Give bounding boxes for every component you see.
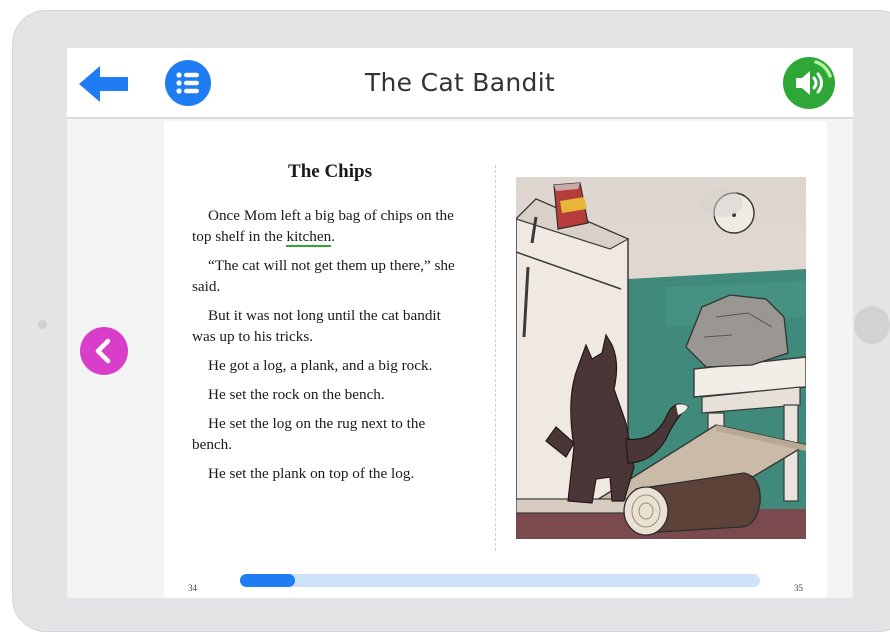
page-fold-divider: [495, 165, 496, 551]
reader-screen: The Cat Bandit The Chips Once Mom left a…: [67, 48, 853, 598]
cat-kitchen-illustration: [516, 177, 806, 539]
reading-progress-bar[interactable]: [240, 574, 760, 587]
right-page-number: 35: [794, 583, 803, 593]
chapter-title: The Chips: [288, 161, 372, 182]
story-paragraph: Once Mom left a big bag of chips on the …: [192, 205, 468, 247]
book-title: The Cat Bandit: [364, 68, 556, 97]
paragraph-text: .: [331, 228, 335, 245]
camera-dot: [38, 320, 47, 329]
speaker-icon: [796, 60, 832, 95]
read-aloud-button[interactable]: [783, 57, 835, 109]
book-spread: The Chips Once Mom left a big bag of chi…: [164, 121, 827, 598]
previous-page-button[interactable]: [80, 327, 128, 375]
story-paragraph: But it was not long until the cat bandit…: [192, 307, 441, 345]
story-paragraph: He set the rock on the bench.: [208, 386, 385, 403]
reading-progress-fill: [240, 574, 295, 587]
top-bar: The Cat Bandit: [67, 48, 853, 119]
story-paragraph: He set the plank on top of the log.: [208, 465, 415, 482]
story-paragraph: He set the log on the rug next to the be…: [192, 415, 426, 453]
home-button[interactable]: [854, 306, 890, 344]
vocabulary-word[interactable]: kitchen: [286, 228, 332, 247]
story-illustration: [516, 177, 806, 539]
chevron-left-icon: [95, 338, 111, 364]
story-paragraph: “The cat will not get them up there,” sh…: [192, 257, 455, 295]
story-text: The Chips Once Mom left a big bag of chi…: [192, 161, 468, 492]
story-paragraph: He got a log, a plank, and a big rock.: [208, 357, 433, 374]
left-page-number: 34: [188, 583, 197, 593]
